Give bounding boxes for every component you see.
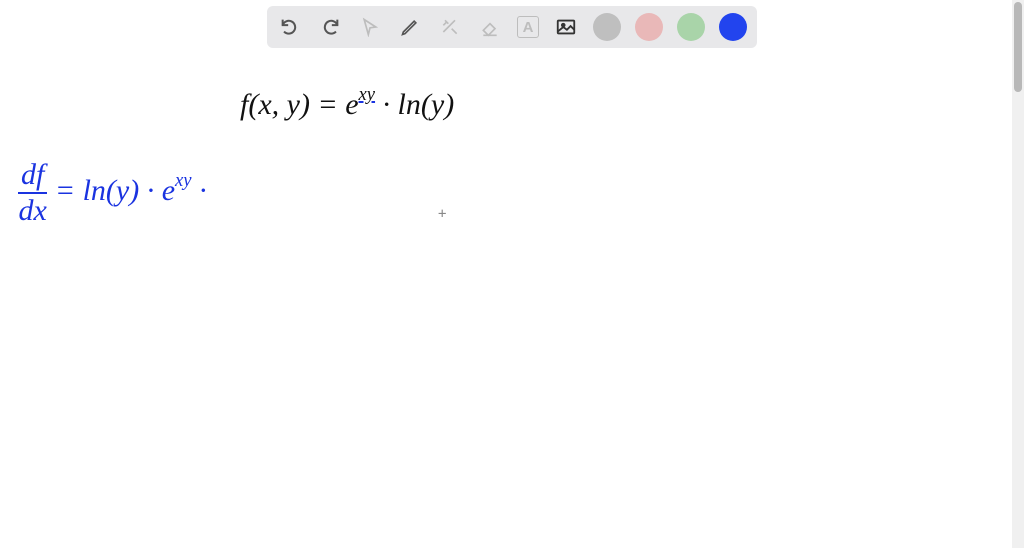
eraser-icon[interactable] bbox=[477, 14, 503, 40]
derivative-rhs: = ln(y) · e bbox=[47, 174, 175, 207]
equation-lhs: f(x, y) = bbox=[240, 88, 345, 121]
color-pink[interactable] bbox=[635, 13, 663, 41]
toolbar: A bbox=[267, 6, 757, 48]
scroll-thumb[interactable] bbox=[1014, 2, 1022, 92]
image-icon[interactable] bbox=[553, 14, 579, 40]
derivative-line: df dx = ln(y) · exy · bbox=[18, 160, 207, 226]
color-blue[interactable] bbox=[719, 13, 747, 41]
redo-icon[interactable] bbox=[317, 14, 343, 40]
fraction-numerator: df bbox=[18, 160, 47, 194]
derivative-dot: · bbox=[192, 174, 207, 207]
equation-e: e bbox=[345, 88, 358, 121]
pointer-icon[interactable] bbox=[357, 14, 383, 40]
tools-icon[interactable] bbox=[437, 14, 463, 40]
equation-ln: · ln(y) bbox=[375, 88, 454, 121]
whiteboard-canvas[interactable]: f(x, y) = exy · ln(y) df dx = ln(y) · ex… bbox=[0, 54, 1012, 548]
textbox-icon[interactable]: A bbox=[517, 16, 539, 38]
pen-icon[interactable] bbox=[397, 14, 423, 40]
fraction-denominator: dx bbox=[18, 194, 47, 226]
canvas-cursor-icon: + bbox=[438, 206, 446, 222]
color-gray[interactable] bbox=[593, 13, 621, 41]
derivative-exponent: xy bbox=[175, 170, 192, 191]
equation-main: f(x, y) = exy · ln(y) bbox=[240, 87, 454, 122]
undo-icon[interactable] bbox=[277, 14, 303, 40]
color-green[interactable] bbox=[677, 13, 705, 41]
vertical-scrollbar[interactable] bbox=[1012, 0, 1024, 548]
derivative-fraction: df dx bbox=[18, 160, 47, 226]
equation-exponent: xy bbox=[359, 84, 376, 105]
